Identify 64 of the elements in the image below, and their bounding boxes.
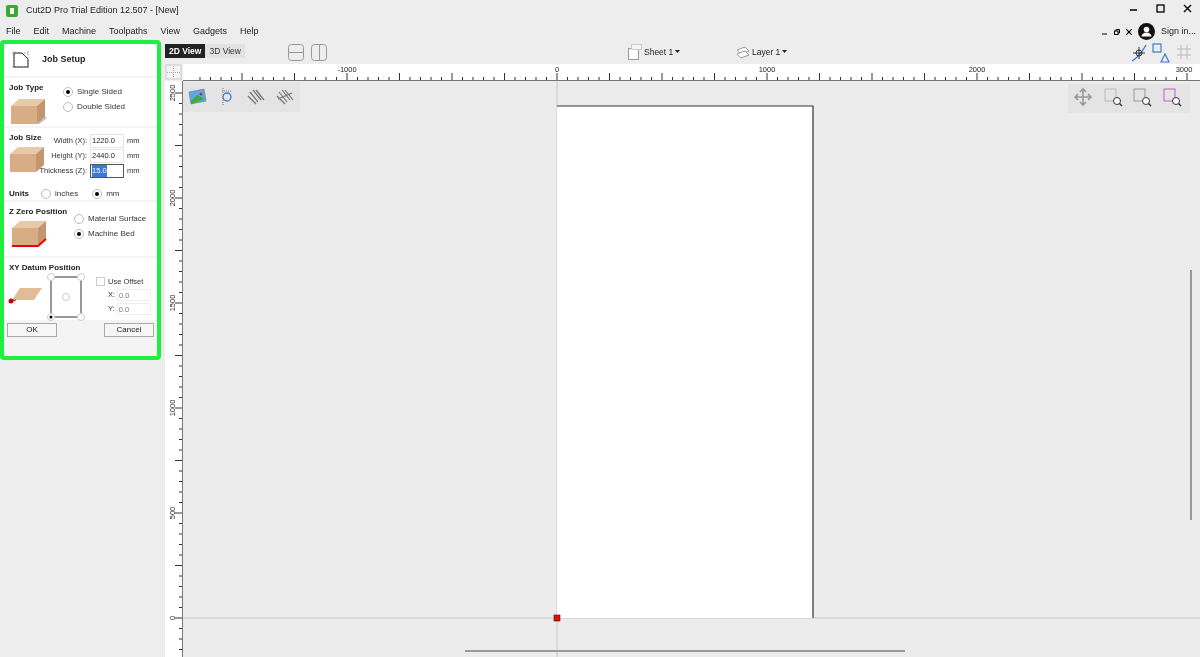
dialog-button[interactable]: OK — [7, 323, 57, 337]
origin-marker — [553, 614, 561, 622]
radio-button[interactable] — [74, 228, 84, 239]
menu-item[interactable]: View — [160, 25, 180, 39]
menu-item[interactable]: Machine — [62, 25, 97, 39]
radio-button[interactable] — [63, 101, 73, 112]
zoom-selection-icon[interactable] — [1104, 88, 1123, 107]
view-tab[interactable]: 3D View — [205, 44, 245, 58]
zoom-fit-icon[interactable] — [1163, 88, 1182, 107]
pocket-toolpath-icon[interactable] — [247, 89, 265, 105]
section-heading: Job Type — [9, 82, 44, 94]
option-label: inches — [55, 187, 79, 200]
option-label: Single Sided — [77, 85, 122, 98]
material-block-icon — [10, 218, 48, 248]
menu-item[interactable]: File — [6, 25, 21, 39]
layers-icon — [736, 45, 750, 59]
option-label: Machine Bed — [88, 227, 135, 240]
material-block-icon — [9, 96, 47, 126]
pan-icon[interactable] — [1073, 87, 1093, 107]
menu-item[interactable]: Help — [240, 25, 259, 39]
snap-icon[interactable] — [1130, 44, 1148, 62]
sheet-icon — [628, 44, 642, 60]
option-label: Double Sided — [77, 100, 126, 113]
user-avatar-icon[interactable] — [1137, 23, 1155, 40]
zoom-page-icon[interactable] — [1133, 88, 1152, 107]
material-sheet-icon — [8, 286, 44, 306]
checkbox[interactable] — [96, 277, 105, 287]
profile-toolpath-icon[interactable] — [276, 89, 294, 105]
close-icon[interactable] — [1183, 4, 1192, 13]
radio-button[interactable] — [92, 188, 103, 199]
section-heading: Units — [9, 187, 29, 200]
image-icon[interactable] — [188, 88, 207, 105]
close-icon[interactable] — [1125, 28, 1132, 35]
section-heading: XY Datum Position — [9, 262, 81, 274]
section-heading: Z Zero Position — [9, 206, 68, 218]
restore-icon[interactable] — [1113, 28, 1120, 35]
window-title: Cut2D Pro Trial Edition 12.507 - [New] — [26, 4, 179, 18]
sign-in-link[interactable]: Sign in... — [1160, 24, 1196, 39]
node-edit-icon[interactable] — [221, 87, 233, 107]
radio-button[interactable] — [63, 86, 73, 97]
ruler-corner-icon[interactable] — [165, 64, 182, 80]
vertical-split-icon[interactable] — [311, 44, 327, 61]
maximize-icon[interactable] — [1156, 4, 1165, 13]
option-label: Material Surface — [88, 212, 147, 225]
app-logo-icon — [6, 5, 18, 17]
view-tab[interactable]: 2D View — [165, 44, 206, 58]
menu-item[interactable]: Gadgets — [192, 25, 227, 39]
sheet-dropdown[interactable]: Sheet 1 — [644, 45, 674, 59]
horizontal-split-icon[interactable] — [288, 44, 304, 61]
menu-item[interactable]: Edit — [33, 25, 50, 39]
scrollbar[interactable] — [465, 650, 905, 652]
datum-selector[interactable] — [46, 273, 88, 323]
section-heading: Job Size — [9, 132, 42, 144]
option-label: mm — [106, 187, 120, 200]
dialog-button[interactable]: Cancel — [104, 323, 154, 337]
layer-dropdown[interactable]: Layer 1 — [752, 45, 781, 59]
scrollbar[interactable] — [1190, 270, 1192, 520]
menu-item[interactable]: Toolpaths — [109, 25, 148, 39]
panel-title: Job Setup — [42, 53, 86, 67]
radio-button[interactable] — [41, 188, 51, 199]
radio-button[interactable] — [74, 213, 84, 224]
caret-icon[interactable] — [675, 50, 681, 54]
job-setup-icon — [10, 49, 32, 71]
caret-icon[interactable] — [782, 50, 788, 54]
